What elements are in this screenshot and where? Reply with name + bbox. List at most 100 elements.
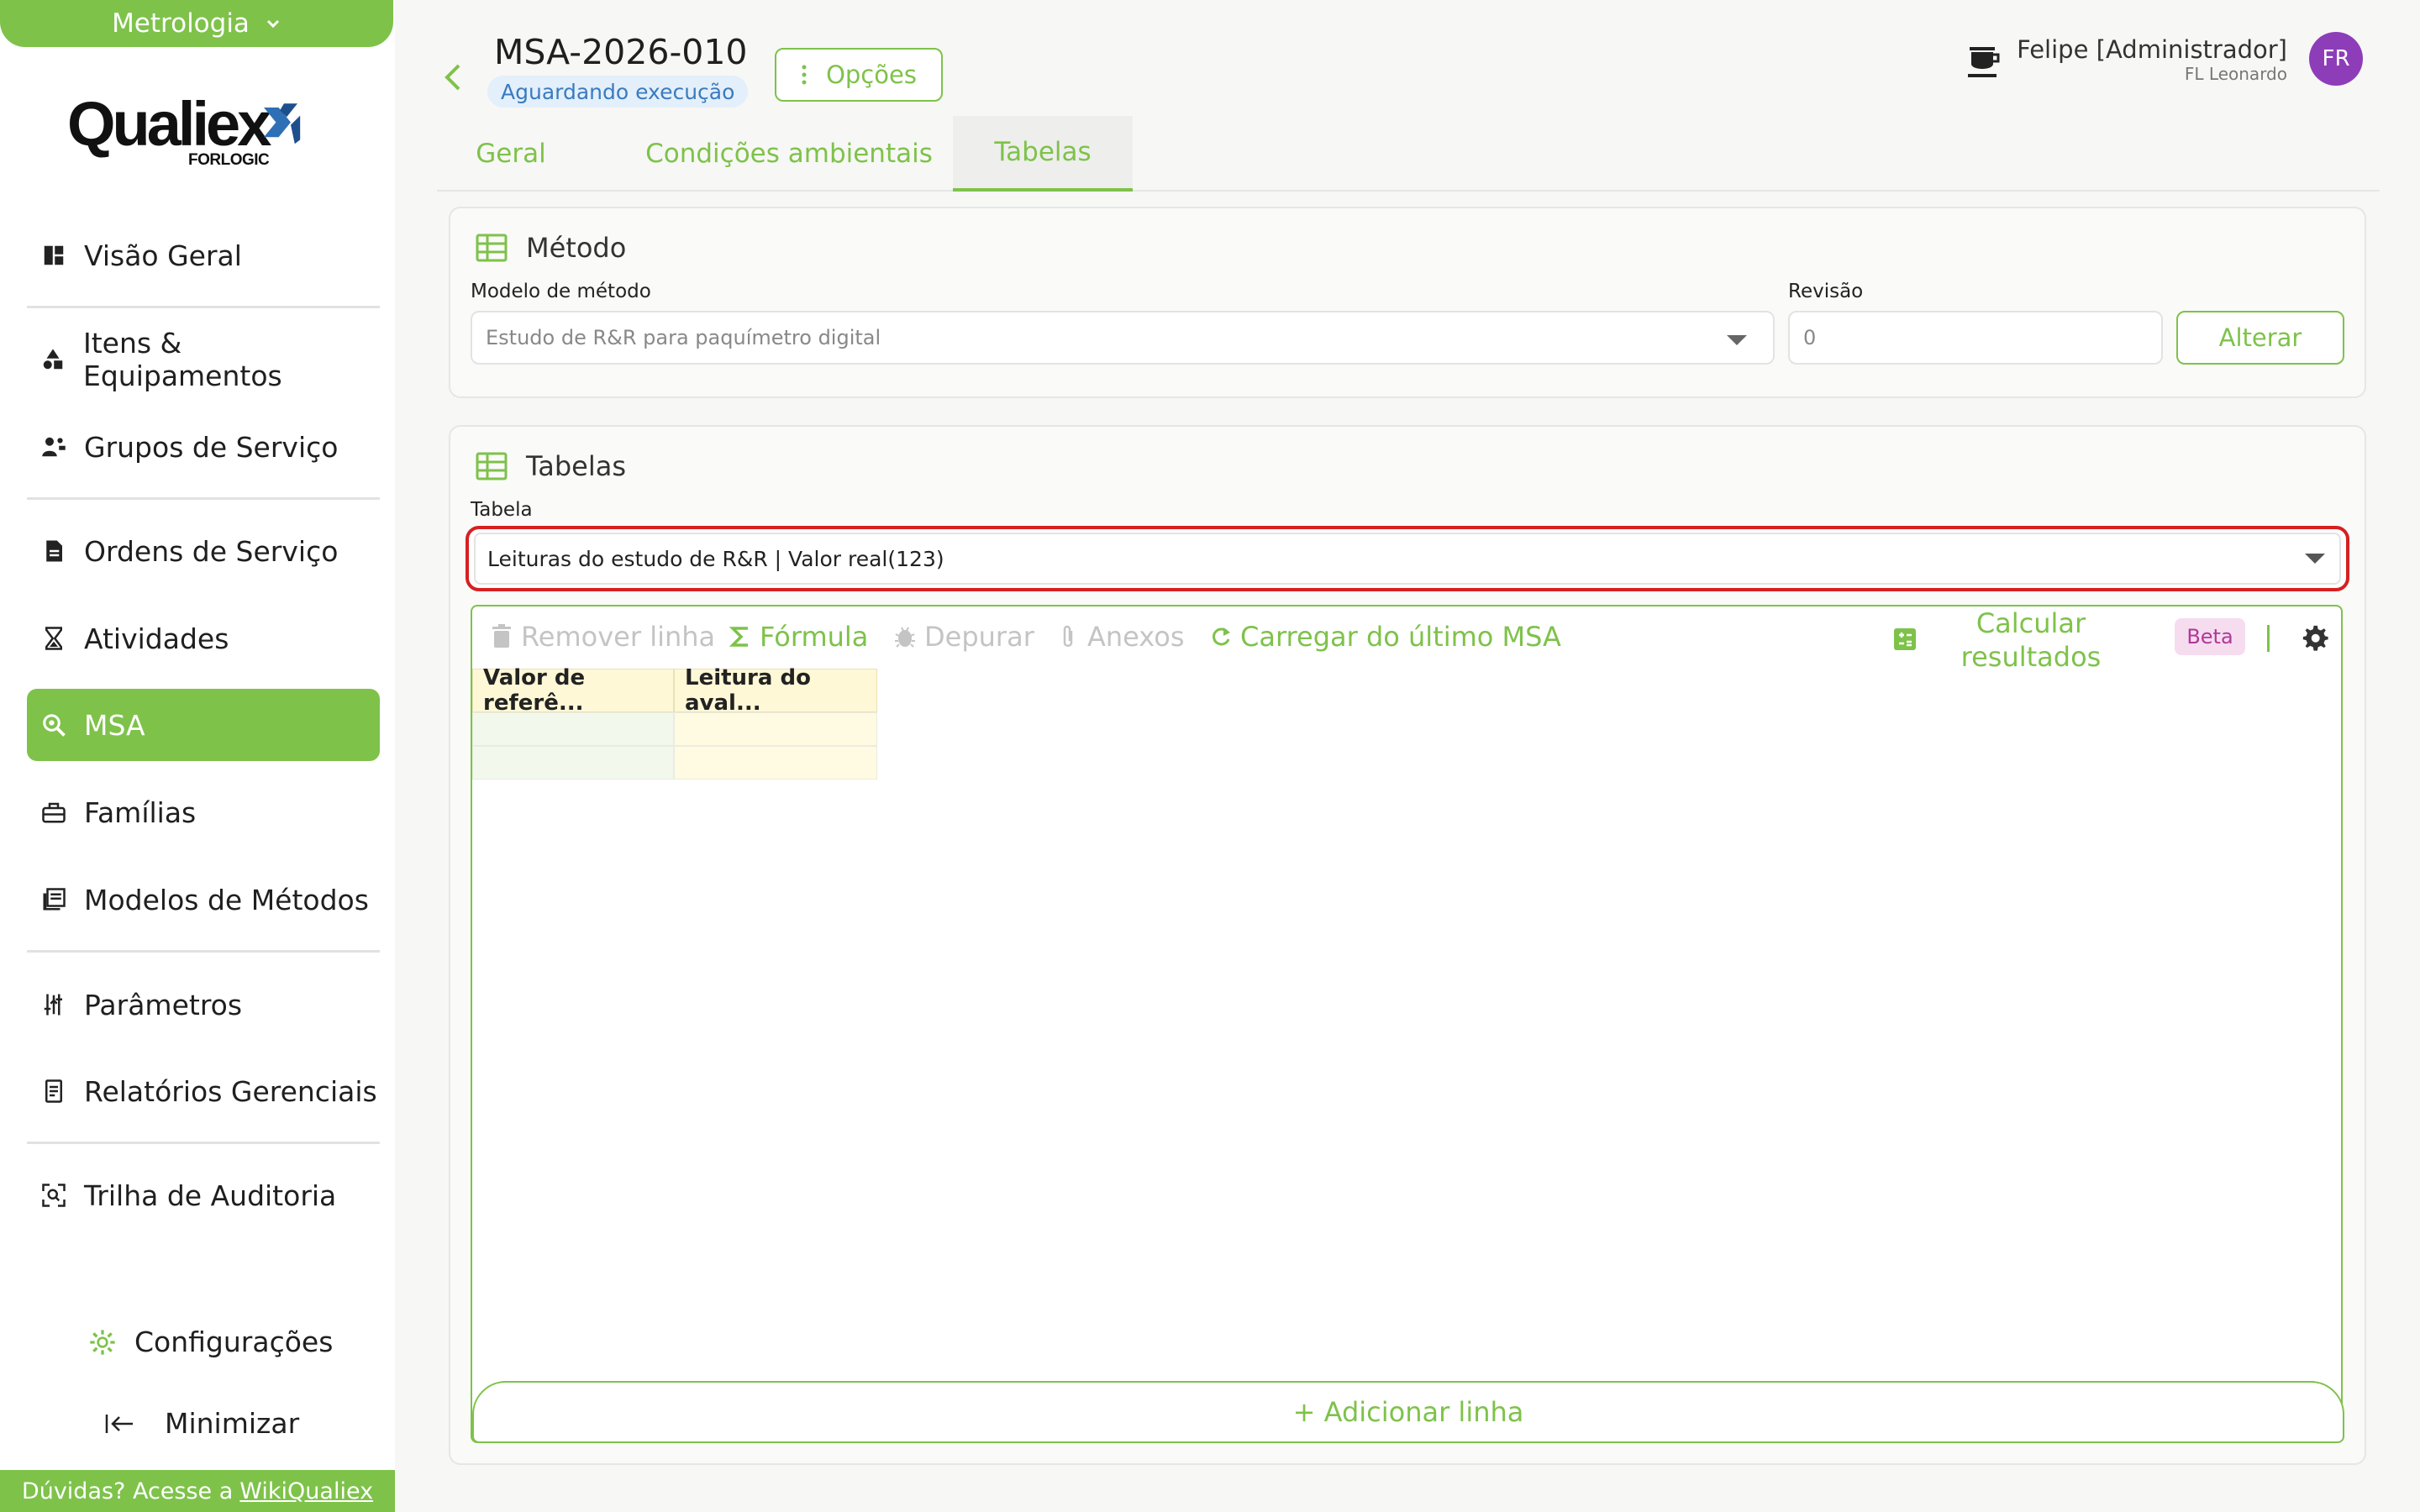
sidebar-item-itens-equipamentos[interactable]: Itens & Equipamentos: [27, 323, 380, 396]
load-last-msa-label: Carregar do último MSA: [1240, 621, 1561, 653]
options-button[interactable]: Opções: [775, 48, 943, 102]
debug-button[interactable]: Depurar: [894, 618, 1034, 655]
remove-row-label: Remover linha: [521, 621, 716, 653]
caret-down-icon: [2305, 554, 2325, 564]
magnify-icon: [40, 711, 67, 738]
avatar[interactable]: FR: [2309, 32, 2363, 86]
table-icon: [476, 234, 508, 262]
library-icon: [40, 886, 67, 913]
column-header-leitura-avaliador[interactable]: Leitura do aval...: [674, 665, 877, 716]
sidebar-item-label: Trilha de Auditoria: [84, 1179, 337, 1212]
method-panel-header: Método: [476, 232, 626, 264]
minimize-label: Minimizar: [165, 1407, 300, 1440]
sidebar-item-modelos-metodos[interactable]: Modelos de Métodos: [27, 864, 380, 936]
sidebar-item-familias[interactable]: Famílias: [27, 776, 380, 848]
table-select-highlight: Leituras do estudo de R&R | Valor real(1…: [466, 526, 2349, 591]
tab-geral[interactable]: Geral: [437, 116, 585, 192]
nav-divider: [27, 497, 380, 500]
user-name: Felipe [Administrador]: [2017, 35, 2287, 64]
table-icon: [476, 452, 508, 480]
toolbar-divider: [2267, 625, 2270, 652]
method-panel-title: Método: [526, 232, 627, 264]
gear-icon[interactable]: [2301, 623, 2329, 652]
debug-label: Depurar: [924, 621, 1034, 653]
tab-tabelas[interactable]: Tabelas: [953, 116, 1133, 192]
sidebar: Metrologia Qualiex FORLOGIC Visão Geral …: [0, 0, 395, 1512]
sidebar-item-label: Ordens de Serviço: [84, 534, 339, 568]
qualiex-logo: Qualiex FORLOGIC: [67, 91, 336, 175]
settings-link[interactable]: Configurações: [89, 1326, 333, 1358]
refresh-icon: [1213, 627, 1230, 646]
sidebar-item-relatorios-gerenciais[interactable]: Relatórios Gerenciais: [27, 1055, 380, 1127]
spreadsheet[interactable]: Remover linha Fórmula Depurar Anexos Car…: [471, 605, 2344, 1443]
remove-row-button[interactable]: Remover linha: [491, 618, 715, 655]
back-arrow-icon[interactable]: [439, 60, 467, 94]
scan-icon: [40, 1182, 67, 1209]
sidebar-item-msa[interactable]: MSA: [27, 689, 380, 761]
sidebar-item-label: Modelos de Métodos: [84, 883, 369, 916]
tables-panel-title: Tabelas: [526, 450, 627, 482]
page-title: MSA-2026-010: [494, 32, 748, 72]
nav-divider: [27, 950, 380, 953]
grid-cell[interactable]: [674, 746, 877, 780]
alter-button[interactable]: Alterar: [2176, 311, 2344, 365]
minimize-button[interactable]: Minimizar: [104, 1407, 299, 1440]
table-select-value: Leituras do estudo de R&R | Valor real(1…: [487, 546, 944, 571]
sigma-icon: [729, 627, 748, 647]
dashboard-icon: [40, 242, 67, 269]
group-icon: [40, 433, 67, 460]
help-bar: Dúvidas? Acesse a WikiQualiex: [0, 1470, 395, 1512]
formula-button[interactable]: Fórmula: [729, 618, 868, 655]
revision-input[interactable]: 0: [1788, 311, 2163, 365]
method-model-select[interactable]: Estudo de R&R para paquímetro digital: [471, 311, 1775, 365]
module-selector[interactable]: Metrologia: [0, 0, 393, 47]
revision-value: 0: [1803, 326, 1817, 349]
tables-panel-header: Tabelas: [476, 450, 626, 482]
nav-divider: [27, 1142, 380, 1144]
help-text: Dúvidas? Acesse a: [21, 1478, 234, 1504]
tab-condicoes-ambientais[interactable]: Condições ambientais: [600, 116, 978, 192]
method-model-value: Estudo de R&R para paquímetro digital: [486, 326, 881, 349]
status-badge: Aguardando execução: [487, 76, 749, 108]
coffee-cup-icon[interactable]: [1965, 40, 2002, 81]
grid-cell[interactable]: [472, 746, 674, 780]
gear-icon: [90, 1329, 115, 1355]
hourglass-icon: [40, 625, 67, 652]
table-label: Tabela: [471, 499, 533, 521]
sidebar-item-visao-geral[interactable]: Visão Geral: [27, 219, 380, 291]
beta-badge: Beta: [2175, 618, 2245, 655]
column-header-valor-referencia[interactable]: Valor de referê...: [472, 665, 674, 716]
paperclip-icon: [1063, 625, 1073, 647]
grid-cell[interactable]: [472, 712, 674, 746]
module-label: Metrologia: [112, 8, 250, 39]
sidebar-item-trilha-auditoria[interactable]: Trilha de Auditoria: [27, 1159, 380, 1231]
sidebar-item-grupos-servico[interactable]: Grupos de Serviço: [27, 411, 380, 483]
sidebar-item-label: Relatórios Gerenciais: [84, 1074, 377, 1108]
load-last-msa-button[interactable]: Carregar do último MSA: [1210, 618, 1561, 655]
chevron-down-icon: [266, 19, 279, 29]
calculate-results-button[interactable]: Calcular resultados: [1960, 606, 2102, 674]
sidebar-item-label: Famílias: [84, 795, 197, 829]
logo-subtitle: FORLOGIC: [188, 151, 270, 169]
settings-label: Configurações: [134, 1326, 334, 1358]
sidebar-item-ordens-servico[interactable]: Ordens de Serviço: [27, 515, 380, 587]
shapes-icon: [40, 346, 66, 373]
calculator-icon[interactable]: [1892, 627, 1918, 652]
table-select[interactable]: Leituras do estudo de R&R | Valor real(1…: [474, 533, 2341, 585]
sidebar-item-atividades[interactable]: Atividades: [27, 602, 380, 675]
model-label: Modelo de método: [471, 281, 651, 302]
formula-label: Fórmula: [760, 621, 869, 653]
wiki-link[interactable]: WikiQualiex: [239, 1478, 373, 1504]
nav-divider: [27, 306, 380, 308]
logo-wordmark: Qualiex: [67, 89, 271, 159]
trash-icon: [492, 624, 511, 648]
report-icon: [40, 1078, 67, 1105]
sidebar-item-label: Itens & Equipamentos: [82, 327, 282, 392]
attachments-label: Anexos: [1087, 621, 1185, 653]
sidebar-item-parametros[interactable]: Parâmetros: [27, 969, 380, 1041]
bug-icon: [895, 627, 915, 648]
grid-cell[interactable]: [674, 712, 877, 746]
attachments-button[interactable]: Anexos: [1057, 618, 1185, 655]
add-row-button[interactable]: + Adicionar linha: [472, 1381, 2344, 1443]
method-panel: Método: [449, 207, 2366, 398]
